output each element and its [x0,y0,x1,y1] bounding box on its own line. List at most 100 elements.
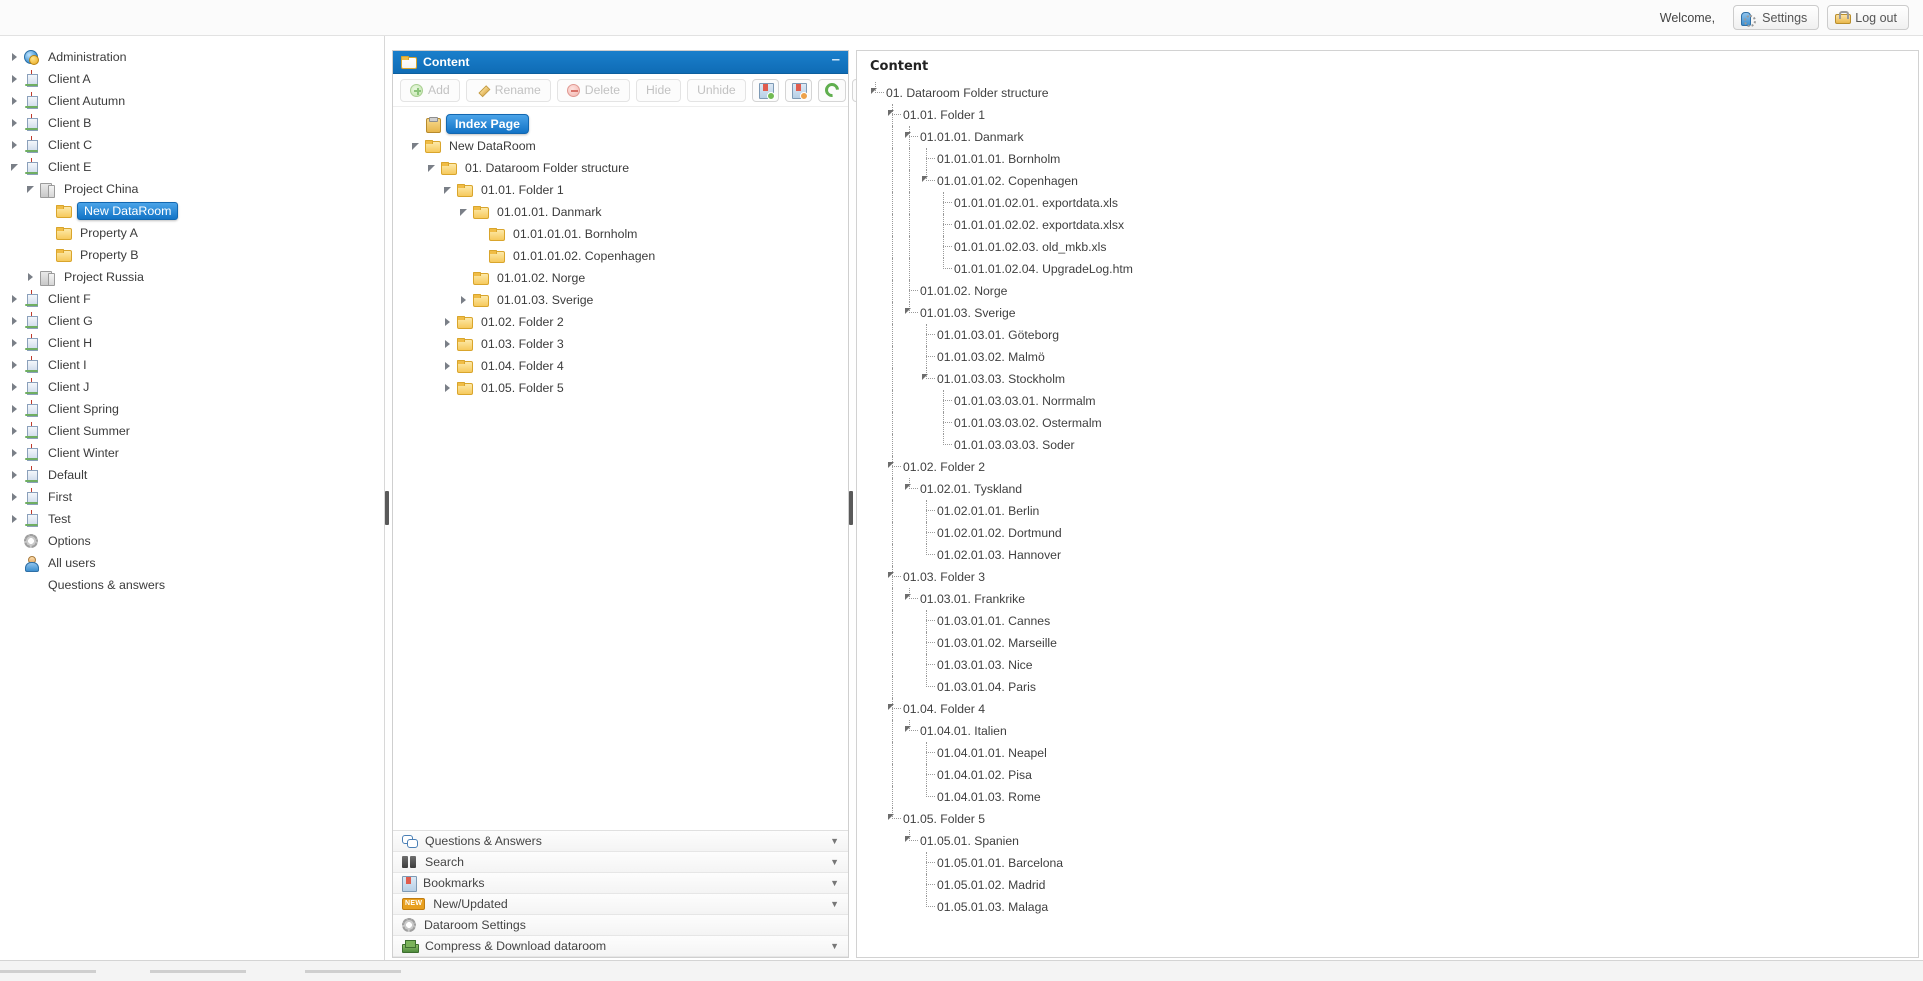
content-folder-tree[interactable]: Index PageNew DataRoom01. Dataroom Folde… [393,107,848,830]
sidebar-item-default[interactable]: Default [0,464,384,486]
content-index-link[interactable]: 01.01.03. Sverige [920,306,1016,320]
content-index-link[interactable]: 01.01.01.02.04. UpgradeLog.htm [954,262,1133,276]
content-index-row[interactable]: 01.05.01.03. Malaga [867,896,1918,918]
content-index-row[interactable]: 01.05.01. Spanien [867,830,1918,852]
content-index-link[interactable]: 01.03.01.03. Nice [937,658,1033,672]
content-tree-node[interactable]: 01.01.03. Sverige [401,289,848,311]
content-index-row[interactable]: 01.02.01. Tyskland [867,478,1918,500]
sidebar-item-first[interactable]: First [0,486,384,508]
chevron-right-icon[interactable] [439,314,455,330]
accordion-sections[interactable]: Questions & Answers▼Search▼Bookmarks▼NEW… [393,830,848,957]
sidebar-item-project-russia[interactable]: Project Russia [0,266,384,288]
content-index-link[interactable]: 01.01.03.03. Stockholm [937,372,1065,386]
sidebar-item-client-h[interactable]: Client H [0,332,384,354]
content-index-row[interactable]: 01.02.01.02. Dortmund [867,522,1918,544]
content-index-link[interactable]: 01.03.01.02. Marseille [937,636,1057,650]
chevron-down-icon[interactable] [455,204,471,220]
chevron-right-icon[interactable] [6,291,22,307]
content-index-link[interactable]: 01.01.03.03.02. Ostermalm [954,416,1102,430]
chevron-down-icon[interactable]: ▼ [830,857,839,867]
content-index-link[interactable]: 01.01.03.03.01. Norrmalm [954,394,1096,408]
chevron-down-icon[interactable]: ▼ [830,899,839,909]
chevron-right-icon[interactable] [6,313,22,329]
content-tree-node[interactable]: 01.01.01. Danmark [401,201,848,223]
chevron-right-icon[interactable] [439,358,455,374]
sidebar-item-client-f[interactable]: Client F [0,288,384,310]
chevron-down-icon[interactable] [905,132,911,138]
sidebar-item-client-autumn[interactable]: Client Autumn [0,90,384,112]
minimize-button[interactable]: – [832,56,840,69]
content-index-link[interactable]: 01.04.01.02. Pisa [937,768,1032,782]
content-index-link[interactable]: 01.02.01.01. Berlin [937,504,1039,518]
content-index-row[interactable]: 01.01.01.02.01. exportdata.xls [867,192,1918,214]
content-index-link[interactable]: 01.01.03.03.03. Soder [954,438,1075,452]
logout-button[interactable]: Log out [1827,5,1909,30]
chevron-right-icon[interactable] [6,49,22,65]
chevron-down-icon[interactable] [871,88,877,94]
sidebar-item-new-dataroom[interactable]: New DataRoom [0,200,384,222]
chevron-down-icon[interactable] [439,182,455,198]
content-index-row[interactable]: 01.01.01.02.04. UpgradeLog.htm [867,258,1918,280]
chevron-down-icon[interactable]: ▼ [830,836,839,846]
content-index-link[interactable]: 01.01.03.02. Malmö [937,350,1045,364]
content-index-link[interactable]: 01.01.02. Norge [920,284,1007,298]
content-index-link[interactable]: 01.01.01.01. Bornholm [937,152,1060,166]
content-index-row[interactable]: 01.01.03.03. Stockholm [867,368,1918,390]
accordion-section-bookmarks[interactable]: Bookmarks▼ [393,873,848,894]
chevron-right-icon[interactable] [6,445,22,461]
content-index-row[interactable]: 01.05.01.02. Madrid [867,874,1918,896]
content-index-row[interactable]: 01.04.01.02. Pisa [867,764,1918,786]
content-index-link[interactable]: 01.01.01. Danmark [920,130,1024,144]
content-index-row[interactable]: 01.03.01.04. Paris [867,676,1918,698]
content-index-row[interactable]: 01.01.01.02.02. exportdata.xlsx [867,214,1918,236]
sidebar-item-client-e[interactable]: Client E [0,156,384,178]
chevron-down-icon[interactable] [888,462,894,468]
content-index-row[interactable]: 01.01.03.03.03. Soder [867,434,1918,456]
content-tree-node[interactable]: New DataRoom [401,135,848,157]
chevron-down-icon[interactable] [888,704,894,710]
chevron-down-icon[interactable] [888,572,894,578]
content-index-row[interactable]: 01.03.01.03. Nice [867,654,1918,676]
content-index-row[interactable]: 01.01.01.01. Bornholm [867,148,1918,170]
chevron-down-icon[interactable] [922,374,928,380]
sidebar-item-questions-answers[interactable]: Questions & answers [0,574,384,596]
accordion-section-questions-answers[interactable]: Questions & Answers▼ [393,831,848,852]
content-index-link[interactable]: 01.04. Folder 4 [903,702,985,716]
chevron-down-icon[interactable] [922,176,928,182]
sidebar-splitter[interactable] [385,36,389,960]
content-tree-node[interactable]: 01.01.02. Norge [401,267,848,289]
content-index-row[interactable]: 01. Dataroom Folder structure [867,82,1918,104]
sidebar-item-client-i[interactable]: Client I [0,354,384,376]
content-index-link[interactable]: 01.05.01.01. Barcelona [937,856,1063,870]
sidebar-item-property-b[interactable]: Property B [0,244,384,266]
chevron-right-icon[interactable] [6,71,22,87]
sidebar-item-client-summer[interactable]: Client Summer [0,420,384,442]
content-index-row[interactable]: 01.04. Folder 4 [867,698,1918,720]
chevron-right-icon[interactable] [6,423,22,439]
sidebar-item-client-c[interactable]: Client C [0,134,384,156]
content-index-link[interactable]: 01.01.03.01. Göteborg [937,328,1059,342]
sidebar-item-all-users[interactable]: All users [0,552,384,574]
content-tree-node[interactable]: 01.01.01.01. Bornholm [401,223,848,245]
content-index-link[interactable]: 01.03.01. Frankrike [920,592,1025,606]
chevron-down-icon[interactable] [905,726,911,732]
chevron-right-icon[interactable] [6,401,22,417]
content-index-row[interactable]: 01.01.03.02. Malmö [867,346,1918,368]
content-tree-node[interactable]: 01.04. Folder 4 [401,355,848,377]
sidebar-item-client-g[interactable]: Client G [0,310,384,332]
chevron-right-icon[interactable] [6,137,22,153]
content-index-link[interactable]: 01.01.01.02.01. exportdata.xls [954,196,1118,210]
accordion-section-search[interactable]: Search▼ [393,852,848,873]
sidebar-item-client-b[interactable]: Client B [0,112,384,134]
content-index-link[interactable]: 01.05.01. Spanien [920,834,1019,848]
content-index-link[interactable]: 01.03.01.04. Paris [937,680,1036,694]
chevron-down-icon[interactable] [423,160,439,176]
chevron-down-icon[interactable]: ▼ [830,941,839,951]
sidebar-item-client-j[interactable]: Client J [0,376,384,398]
content-index-row[interactable]: 01.03.01. Frankrike [867,588,1918,610]
content-index-link[interactable]: 01.05.01.03. Malaga [937,900,1048,914]
chevron-down-icon[interactable] [905,836,911,842]
sidebar-item-test[interactable]: Test [0,508,384,530]
chevron-right-icon[interactable] [6,357,22,373]
chevron-right-icon[interactable] [6,93,22,109]
